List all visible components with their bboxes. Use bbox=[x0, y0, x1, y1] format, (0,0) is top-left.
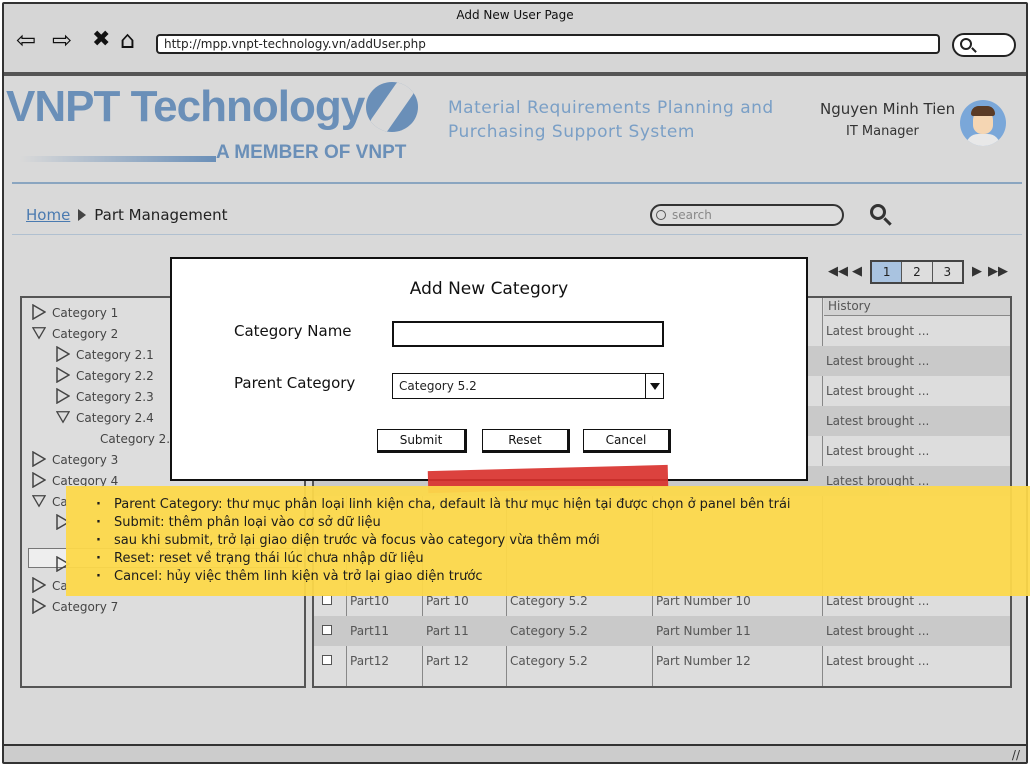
logo-underline bbox=[20, 156, 216, 162]
logo-globe-icon bbox=[366, 82, 418, 132]
page-button[interactable]: 1 bbox=[872, 262, 903, 282]
search-button-icon[interactable] bbox=[870, 204, 892, 226]
cancel-button[interactable]: Cancel bbox=[583, 429, 671, 453]
reset-button[interactable]: Reset bbox=[482, 429, 570, 453]
history-column-header: History bbox=[824, 298, 1010, 316]
chevron-down-icon[interactable] bbox=[645, 374, 663, 398]
parent-category-label: Parent Category bbox=[234, 374, 356, 392]
expand-icon bbox=[56, 367, 70, 383]
category-name-field[interactable] bbox=[392, 321, 664, 347]
expand-icon bbox=[56, 388, 70, 404]
row-checkbox[interactable] bbox=[322, 595, 332, 605]
table-row[interactable]: Part11 Part 11 Category 5.2 Part Number 11 L… bbox=[314, 616, 1010, 646]
page-buttons: 1 2 3 bbox=[870, 260, 964, 284]
status-bar: // bbox=[4, 744, 1026, 762]
breadcrumb-arrow-icon bbox=[78, 209, 87, 221]
annotation-note: Parent Category: thư mục phân loại linh … bbox=[66, 486, 1030, 596]
expand-icon bbox=[56, 346, 70, 362]
tree-item[interactable]: Category 3 bbox=[32, 451, 118, 469]
tree-item[interactable]: Category 2.1 bbox=[56, 346, 154, 364]
submit-button[interactable]: Submit bbox=[377, 429, 467, 453]
next-page-icon[interactable]: ▶ bbox=[972, 264, 982, 279]
logo-tagline: A MEMBER OF VNPT bbox=[216, 142, 407, 163]
parent-category-select[interactable]: Category 5.2 bbox=[392, 373, 664, 399]
note-item: Submit: thêm phân loại vào cơ sở dữ liệu bbox=[96, 514, 1030, 532]
page-button[interactable]: 3 bbox=[933, 262, 962, 282]
window-title: Add New User Page bbox=[456, 8, 574, 22]
resize-grip-icon[interactable]: // bbox=[1012, 748, 1020, 762]
tree-item[interactable]: Ca bbox=[32, 493, 68, 511]
app-title-line1: Material Requirements Planning and bbox=[448, 98, 774, 118]
note-item: Parent Category: thư mục phân loại linh … bbox=[96, 496, 1030, 514]
expand-icon bbox=[32, 451, 46, 467]
tree-item[interactable]: Category 2.3 bbox=[56, 388, 154, 406]
header-divider bbox=[12, 182, 1022, 184]
row-checkbox[interactable] bbox=[322, 655, 332, 665]
breadcrumb-home-link[interactable]: Home bbox=[26, 206, 70, 224]
expand-icon bbox=[32, 577, 46, 593]
note-item: sau khi submit, trở lại giao diện trước … bbox=[96, 532, 1030, 550]
category-name-label: Category Name bbox=[234, 322, 352, 340]
home-icon[interactable]: ⌂ bbox=[120, 26, 135, 54]
expand-icon bbox=[32, 472, 46, 488]
collapse-icon bbox=[32, 495, 46, 508]
tree-item[interactable]: Category 2 bbox=[32, 325, 118, 343]
breadcrumb-current: Part Management bbox=[94, 206, 228, 224]
search-input[interactable]: search bbox=[650, 204, 844, 226]
add-category-dialog: Add New Category Category Name Parent Ca… bbox=[170, 257, 808, 481]
url-bar[interactable]: http://mpp.vnpt-technology.vn/addUser.ph… bbox=[156, 34, 940, 54]
app-title: Material Requirements Planning and Purch… bbox=[448, 96, 808, 144]
prev-page-icon[interactable]: ◀ bbox=[852, 264, 862, 279]
note-item: Reset: reset về trạng thái lúc chưa nhập… bbox=[96, 550, 1030, 568]
search-icon bbox=[960, 38, 972, 50]
search-placeholder: search bbox=[672, 208, 712, 222]
forward-icon[interactable]: ⇨ bbox=[52, 26, 72, 54]
row-checkbox[interactable] bbox=[322, 625, 332, 635]
page-button[interactable]: 2 bbox=[902, 262, 933, 282]
parent-category-value: Category 5.2 bbox=[399, 379, 477, 393]
tree-item[interactable]: Category 2.4 bbox=[100, 430, 178, 448]
expand-icon bbox=[32, 304, 46, 320]
tree-item[interactable]: Category 2.4 bbox=[56, 409, 154, 427]
user-role: IT Manager bbox=[846, 124, 919, 139]
collapse-icon bbox=[56, 411, 70, 424]
user-name: Nguyen Minh Tien bbox=[820, 100, 956, 118]
collapse-icon bbox=[32, 327, 46, 340]
browser-search-box[interactable] bbox=[952, 33, 1016, 57]
breadcrumb: Home Part Management bbox=[26, 206, 228, 224]
breadcrumb-divider bbox=[12, 234, 1022, 235]
back-icon[interactable]: ⇦ bbox=[16, 26, 36, 54]
dialog-title: Add New Category bbox=[409, 279, 569, 299]
tree-item[interactable]: Category 1 bbox=[32, 304, 118, 322]
expand-icon bbox=[32, 598, 46, 614]
tree-item[interactable]: Category 7 bbox=[32, 598, 118, 616]
avatar[interactable] bbox=[960, 100, 1006, 146]
first-page-icon[interactable]: ◀◀ bbox=[828, 264, 848, 279]
close-icon[interactable]: ✖ bbox=[92, 26, 110, 54]
app-title-line2: Purchasing Support System bbox=[448, 122, 695, 142]
note-item: Cancel: hủy việc thêm linh kiện và trở l… bbox=[96, 568, 1030, 586]
search-icon bbox=[656, 210, 666, 220]
company-logo: VNPT Technology bbox=[6, 82, 365, 131]
tree-item[interactable]: Category 2.2 bbox=[56, 367, 154, 385]
tree-item[interactable]: Ca bbox=[32, 577, 68, 595]
table-row[interactable]: Part12 Part 12 Category 5.2 Part Number 12 L… bbox=[314, 646, 1010, 676]
last-page-icon[interactable]: ▶▶ bbox=[988, 264, 1008, 279]
